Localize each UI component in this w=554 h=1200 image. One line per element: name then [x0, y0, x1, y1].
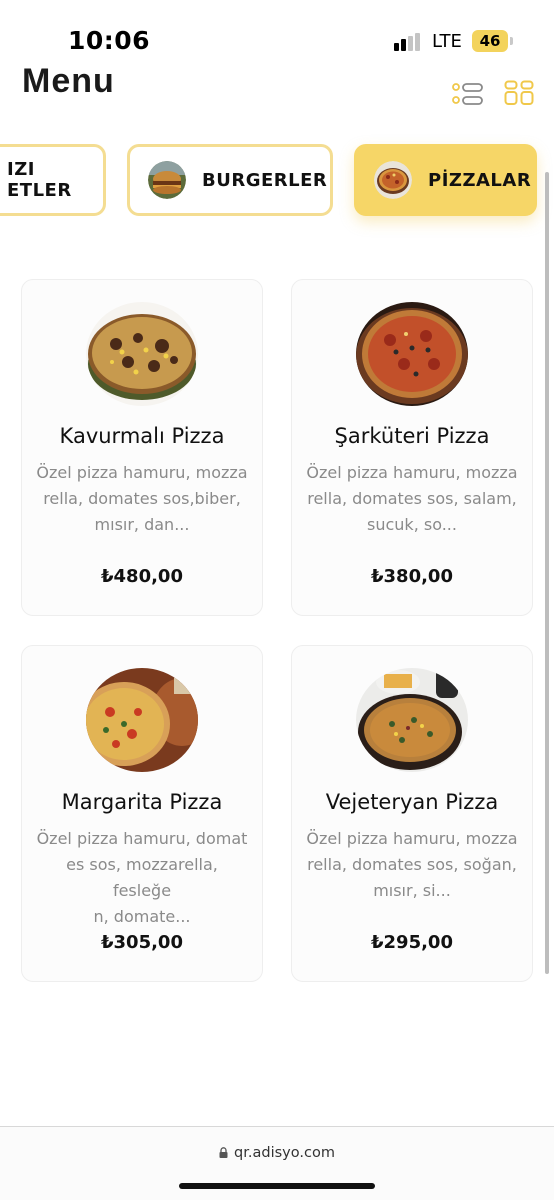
product-price: ₺480,00 — [101, 566, 183, 587]
product-card-vejeteryan-pizza[interactable]: Vejeteryan Pizza Özel pizza hamuru, mozz… — [291, 645, 533, 982]
product-card-kavurmali-pizza[interactable]: Kavurmalı Pizza Özel pizza hamuru, mozza… — [21, 279, 263, 616]
category-label: PİZZALAR — [428, 169, 532, 191]
product-image — [356, 302, 468, 406]
pizza-thumbnail — [374, 161, 412, 199]
product-name: Vejeteryan Pizza — [325, 790, 499, 814]
product-image — [356, 668, 468, 772]
product-description: Özel pizza hamuru, mozza rella, domates … — [306, 463, 518, 534]
burger-thumbnail — [148, 161, 186, 199]
scrollbar[interactable] — [545, 172, 549, 974]
product-description: Özel pizza hamuru, mozza rella, domates … — [306, 829, 518, 900]
battery-tip — [510, 37, 513, 45]
battery-icon: 46 — [472, 30, 508, 52]
product-card-sarkuteri-pizza[interactable]: Şarküteri Pizza Özel pizza hamuru, mozza… — [291, 279, 533, 616]
network-type: LTE — [432, 31, 462, 52]
page-title: Menu — [22, 62, 115, 100]
product-card-margarita-pizza[interactable]: Margarita Pizza Özel pizza hamuru, domat… — [21, 645, 263, 982]
category-tab-burgerler[interactable]: BURGERLER — [127, 144, 333, 216]
product-description: Özel pizza hamuru, domat es sos, mozzare… — [36, 829, 248, 926]
product-name: Şarküteri Pizza — [334, 424, 490, 448]
product-image — [86, 668, 198, 772]
signal-icon — [394, 33, 424, 51]
category-tab-pizzalar[interactable]: PİZZALAR — [354, 144, 537, 216]
url-text: qr.adisyo.com — [234, 1145, 335, 1161]
list-view-icon[interactable] — [452, 82, 484, 106]
status-time: 10:06 — [68, 26, 151, 55]
browser-address-bar[interactable]: qr.adisyo.com — [0, 1126, 554, 1200]
category-tabs: IZI ETLER BURGERLER PİZZALAR — [0, 144, 554, 218]
home-indicator[interactable] — [179, 1183, 375, 1189]
product-price: ₺380,00 — [371, 566, 453, 587]
grid-view-icon[interactable] — [504, 80, 534, 106]
category-tab-etler[interactable]: IZI ETLER — [0, 144, 106, 216]
product-name: Kavurmalı Pizza — [59, 424, 225, 448]
url-display[interactable]: qr.adisyo.com — [0, 1145, 554, 1161]
category-label: IZI ETLER — [7, 159, 72, 201]
menu-page: 10:06 LTE 46 Menu IZI ETLER BURGERLER Pİ… — [0, 0, 554, 1200]
product-description: Özel pizza hamuru, mozza rella, domates … — [36, 463, 248, 534]
lock-icon — [219, 1147, 228, 1158]
product-image — [86, 302, 198, 406]
category-label: BURGERLER — [202, 169, 328, 191]
product-price: ₺295,00 — [371, 932, 453, 953]
product-price: ₺305,00 — [101, 932, 183, 953]
product-name: Margarita Pizza — [61, 790, 223, 814]
